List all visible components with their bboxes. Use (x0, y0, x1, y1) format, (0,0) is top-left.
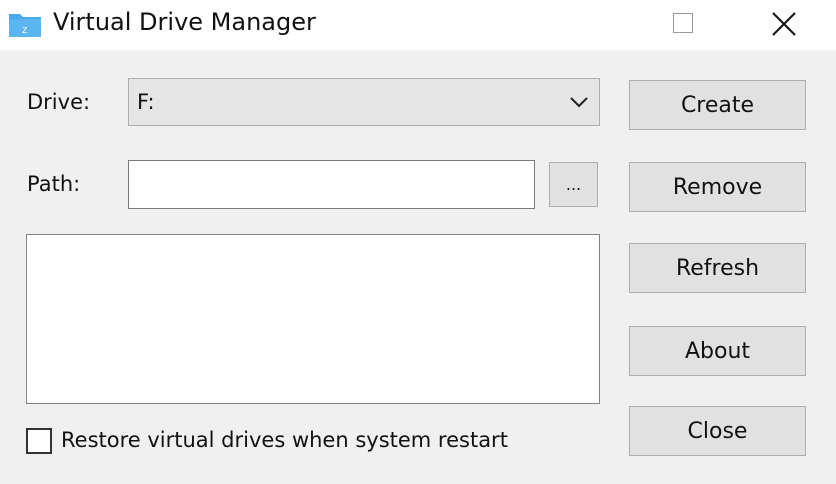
close-icon (772, 12, 796, 36)
path-input[interactable] (128, 160, 535, 209)
chevron-down-icon (570, 97, 588, 108)
drive-select[interactable]: F: (128, 78, 600, 126)
app-folder-icon: Z (8, 11, 42, 39)
svg-text:Z: Z (22, 26, 28, 35)
drive-select-value: F: (137, 90, 155, 114)
drive-label: Drive: (27, 90, 91, 114)
remove-button[interactable]: Remove (629, 162, 806, 212)
about-button[interactable]: About (629, 326, 806, 376)
close-window-button[interactable] (770, 8, 798, 38)
create-button[interactable]: Create (629, 80, 806, 130)
path-label: Path: (27, 172, 81, 196)
window-title: Virtual Drive Manager (53, 8, 316, 36)
refresh-button[interactable]: Refresh (629, 243, 806, 293)
browse-button[interactable]: ... (549, 162, 598, 207)
close-button[interactable]: Close (629, 406, 806, 456)
drive-list[interactable] (26, 234, 600, 404)
title-bar: Z Virtual Drive Manager (0, 0, 836, 50)
restore-checkbox[interactable] (26, 428, 52, 454)
maximize-button[interactable] (673, 13, 693, 33)
restore-checkbox-label[interactable]: Restore virtual drives when system resta… (61, 428, 508, 452)
